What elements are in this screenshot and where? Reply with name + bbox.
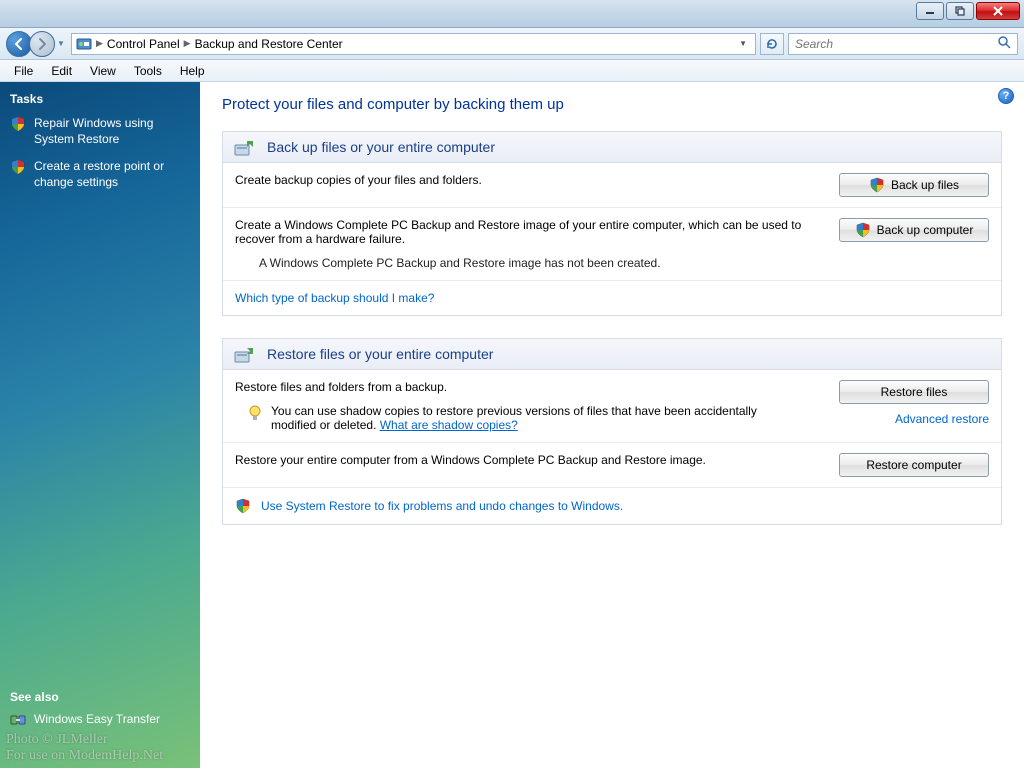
backup-computer-row: Create a Windows Complete PC Backup and … [223, 208, 1001, 281]
task-repair-windows[interactable]: Repair Windows using System Restore [10, 116, 190, 147]
lightbulb-icon [247, 404, 263, 424]
backup-files-row: Create backup copies of your files and f… [223, 163, 1001, 208]
restore-panel-title: Restore files or your entire computer [267, 346, 493, 362]
backup-files-button[interactable]: Back up files [839, 173, 989, 197]
system-restore-link[interactable]: Use System Restore to fix problems and u… [261, 499, 623, 513]
tasks-sidebar: Tasks Repair Windows using System Restor… [0, 82, 200, 768]
restore-files-row: Restore files and folders from a backup.… [223, 370, 1001, 443]
shield-icon [10, 159, 26, 175]
search-icon[interactable] [997, 35, 1011, 52]
backup-help-link[interactable]: Which type of backup should I make? [223, 281, 1001, 315]
content-pane: ? Protect your files and computer by bac… [200, 82, 1024, 768]
button-label: Restore computer [866, 458, 961, 472]
restore-panel-header: Restore files or your entire computer [223, 339, 1001, 370]
system-restore-row: Use System Restore to fix problems and u… [223, 488, 1001, 524]
backup-panel: Back up files or your entire computer Cr… [222, 131, 1002, 316]
backup-panel-title: Back up files or your entire computer [267, 139, 495, 155]
task-label: Create a restore point or change setting… [34, 159, 190, 190]
backup-computer-note: A Windows Complete PC Backup and Restore… [259, 256, 803, 270]
close-button[interactable] [976, 2, 1020, 20]
window-controls [916, 2, 1020, 20]
address-dropdown-icon[interactable]: ▼ [735, 39, 751, 48]
minimize-button[interactable] [916, 2, 944, 20]
restore-files-button[interactable]: Restore files [839, 380, 989, 404]
backup-panel-header: Back up files or your entire computer [223, 132, 1001, 163]
menu-file[interactable]: File [6, 62, 41, 80]
backup-icon [233, 137, 257, 157]
restore-computer-row: Restore your entire computer from a Wind… [223, 443, 1001, 488]
backup-files-text: Create backup copies of your files and f… [235, 173, 803, 197]
address-bar[interactable]: ▶ Control Panel ▶ Backup and Restore Cen… [71, 33, 756, 55]
menu-help[interactable]: Help [172, 62, 213, 80]
task-label: Repair Windows using System Restore [34, 116, 190, 147]
help-icon[interactable]: ? [998, 88, 1014, 104]
backup-computer-button[interactable]: Back up computer [839, 218, 989, 242]
window-titlebar [0, 0, 1024, 28]
tasks-heading: Tasks [10, 92, 190, 106]
menu-view[interactable]: View [82, 62, 124, 80]
page-title: Protect your files and computer by backi… [222, 96, 1002, 113]
shadow-copies-tip: You can use shadow copies to restore pre… [271, 404, 803, 432]
search-input[interactable] [795, 37, 997, 51]
breadcrumb-sep-icon: ▶ [96, 38, 103, 49]
restore-files-text: Restore files and folders from a backup. [235, 380, 803, 394]
button-label: Back up computer [877, 223, 974, 237]
breadcrumb-control-panel[interactable]: Control Panel [107, 37, 180, 51]
shield-icon [10, 116, 26, 132]
forward-button[interactable] [29, 31, 55, 57]
button-label: Back up files [891, 178, 959, 192]
restore-computer-button[interactable]: Restore computer [839, 453, 989, 477]
menu-tools[interactable]: Tools [126, 62, 170, 80]
refresh-button[interactable] [760, 33, 784, 55]
shield-icon [869, 177, 885, 193]
breadcrumb-sep-icon: ▶ [184, 38, 191, 49]
address-row: ▼ ▶ Control Panel ▶ Backup and Restore C… [0, 28, 1024, 60]
advanced-restore-link[interactable]: Advanced restore [895, 412, 989, 426]
search-bar[interactable] [788, 33, 1018, 55]
shield-icon [235, 498, 251, 514]
restore-icon [233, 344, 257, 364]
backup-computer-text: Create a Windows Complete PC Backup and … [235, 218, 803, 246]
see-also-easy-transfer[interactable]: Windows Easy Transfer [10, 712, 190, 728]
restore-panel: Restore files or your entire computer Re… [222, 338, 1002, 525]
menu-bar: File Edit View Tools Help [0, 60, 1024, 82]
menu-edit[interactable]: Edit [43, 62, 80, 80]
control-panel-icon [76, 36, 92, 52]
see-also-heading: See also [10, 690, 190, 704]
shield-icon [855, 222, 871, 238]
nav-history-dropdown[interactable]: ▼ [57, 39, 67, 48]
nav-buttons: ▼ [6, 31, 67, 57]
task-create-restore-point[interactable]: Create a restore point or change setting… [10, 159, 190, 190]
transfer-icon [10, 712, 26, 728]
shadow-copies-link[interactable]: What are shadow copies? [380, 418, 518, 432]
maximize-button[interactable] [946, 2, 974, 20]
see-also-label: Windows Easy Transfer [34, 712, 160, 728]
breadcrumb-current[interactable]: Backup and Restore Center [195, 37, 343, 51]
button-label: Restore files [881, 385, 948, 399]
restore-computer-text: Restore your entire computer from a Wind… [235, 453, 803, 477]
